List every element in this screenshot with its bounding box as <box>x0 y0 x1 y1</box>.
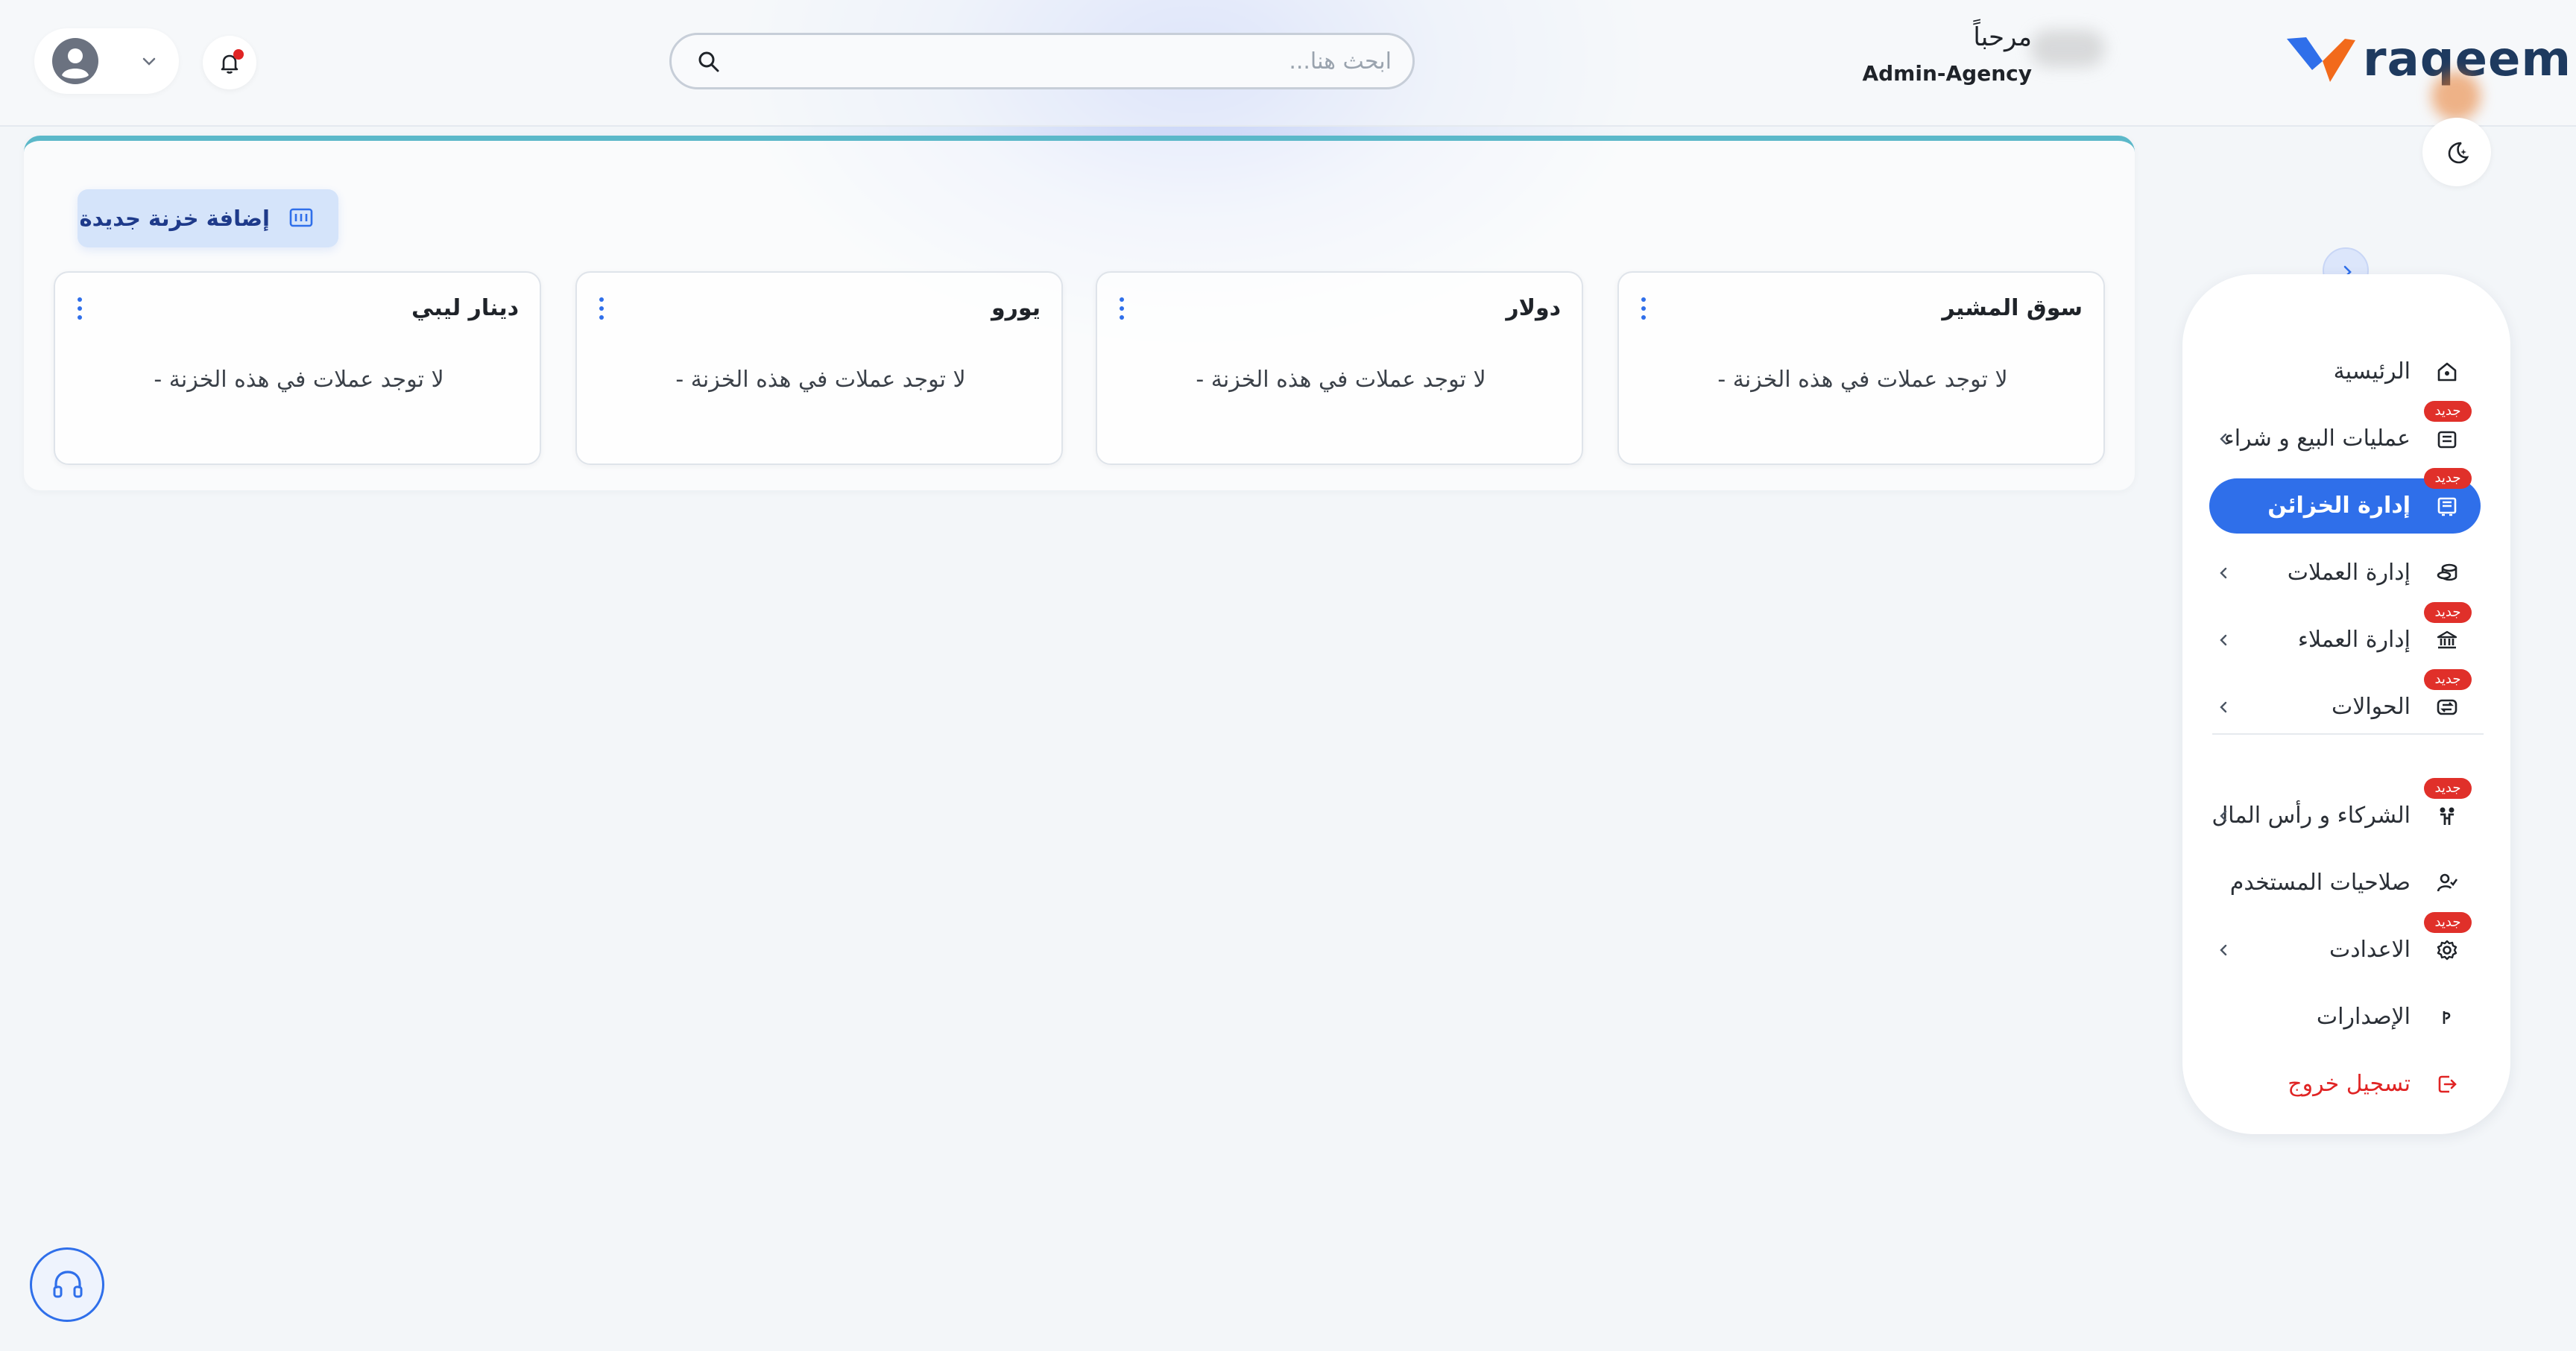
chevron-down-icon <box>139 51 160 72</box>
vault-card[interactable]: دينار ليبي لا توجد عملات في هذه الخزنة - <box>54 271 541 465</box>
chevron-left-icon <box>2215 699 2232 715</box>
vault-card[interactable]: دولار لا توجد عملات في هذه الخزنة - <box>1096 271 1583 465</box>
sidebar: الرئيسية جديد عمليات البيع و شراء جديد إ… <box>2182 274 2510 1134</box>
raqeem-logo[interactable]: raqeem <box>2284 31 2571 94</box>
versions-icon <box>2436 1006 2458 1028</box>
vault-empty-text: لا توجد عملات في هذه الخزنة - <box>675 367 966 393</box>
vault-card[interactable]: يورو لا توجد عملات في هذه الخزنة - <box>575 271 1063 465</box>
sidebar-item-label: الإصدارات <box>2316 1004 2411 1030</box>
sidebar-item-label: إدارة العملاء <box>2297 627 2411 653</box>
avatar <box>52 38 98 84</box>
home-icon <box>2436 361 2458 383</box>
vault-empty-text: لا توجد عملات في هذه الخزنة - <box>154 367 444 393</box>
sidebar-item-label: الرئيسية <box>2333 358 2411 385</box>
sidebar-divider <box>2212 733 2484 735</box>
greeting-text: مرحباً <box>1973 22 2032 52</box>
user-menu[interactable] <box>34 28 179 94</box>
chevron-left-icon <box>2215 565 2232 581</box>
sidebar-item-currencies[interactable]: إدارة العملات <box>2209 545 2481 601</box>
vault-card[interactable]: سوق المشير لا توجد عملات في هذه الخزنة - <box>1617 271 2105 465</box>
blurred-profile-text <box>2030 30 2105 67</box>
new-badge: جديد <box>2424 912 2472 933</box>
sidebar-item-partners[interactable]: جديد الشركاء و رأس المال <box>2209 778 2481 844</box>
new-badge: جديد <box>2424 468 2472 489</box>
sidebar-item-label: الحوالات <box>2331 694 2411 720</box>
sidebar-item-label: تسجيل خروج <box>2288 1071 2411 1097</box>
sidebar-item-vaults[interactable]: جديد إدارة الخزائن <box>2209 468 2481 534</box>
sidebar-item-home[interactable]: الرئيسية <box>2209 344 2481 399</box>
new-badge: جديد <box>2424 602 2472 623</box>
user-role: Admin-Agency <box>1862 61 2032 86</box>
search-icon[interactable] <box>697 50 721 77</box>
more-vertical-icon[interactable] <box>1637 295 1650 322</box>
vault-name: دولار <box>1506 295 1561 321</box>
sidebar-item-sales[interactable]: جديد عمليات البيع و شراء <box>2209 401 2481 466</box>
search-input[interactable] <box>739 35 1395 87</box>
theme-toggle-button[interactable] <box>2422 118 2491 186</box>
notification-dot <box>233 49 244 60</box>
add-vault-label: إضافة خزنة جديدة <box>79 206 270 231</box>
new-badge: جديد <box>2424 778 2472 799</box>
sidebar-item-versions[interactable]: الإصدارات <box>2209 990 2481 1045</box>
vault-name: يورو <box>991 295 1041 321</box>
sidebar-item-label: عمليات البيع و شراء <box>2223 425 2411 452</box>
coins-icon <box>2436 562 2458 584</box>
vault-name: دينار ليبي <box>411 295 519 321</box>
chevron-left-icon <box>2215 431 2232 447</box>
sidebar-item-label: إدارة العملات <box>2287 560 2411 586</box>
logout-icon <box>2436 1073 2458 1095</box>
search-bar <box>669 33 1415 89</box>
new-badge: جديد <box>2424 401 2472 422</box>
sidebar-item-label: إدارة الخزائن <box>2267 493 2411 519</box>
sidebar-item-permissions[interactable]: صلاحيات المستخدم <box>2209 855 2481 911</box>
safe-icon <box>2436 495 2458 517</box>
chevron-left-icon <box>2215 942 2232 958</box>
more-vertical-icon[interactable] <box>595 295 608 322</box>
vault-empty-text: لا توجد عملات في هذه الخزنة - <box>1717 367 2008 393</box>
partners-icon <box>2436 805 2458 827</box>
blurred-badge <box>2431 72 2481 121</box>
sidebar-item-clients[interactable]: جديد إدارة العملاء <box>2209 602 2481 668</box>
more-vertical-icon[interactable] <box>73 295 86 322</box>
add-vault-button[interactable]: إضافة خزنة جديدة <box>78 189 338 247</box>
exchange-icon <box>2436 428 2458 450</box>
new-badge: جديد <box>2424 669 2472 690</box>
top-header: مرحباً Admin-Agency raqeem <box>0 0 2576 127</box>
vault-empty-text: لا توجد عملات في هذه الخزنة - <box>1196 367 1486 393</box>
user-greeting: مرحباً Admin-Agency <box>1804 22 2032 86</box>
logo-mark-icon <box>2284 31 2358 94</box>
sidebar-item-logout[interactable]: تسجيل خروج <box>2209 1057 2481 1112</box>
sidebar-item-label: صلاحيات المستخدم <box>2229 870 2411 896</box>
bank-icon <box>2436 629 2458 651</box>
sidebar-item-settings[interactable]: جديد الاعدادت <box>2209 912 2481 978</box>
transfer-icon <box>2436 696 2458 718</box>
chevron-left-icon <box>2215 808 2232 824</box>
settings-icon <box>2436 939 2458 961</box>
sidebar-item-label: الشركاء و رأس المال <box>2212 803 2411 829</box>
vault-name: سوق المشير <box>1942 295 2083 321</box>
support-button[interactable] <box>30 1247 104 1322</box>
more-vertical-icon[interactable] <box>1115 295 1128 322</box>
sidebar-item-transfers[interactable]: جديد الحوالات <box>2209 669 2481 735</box>
notifications-button[interactable] <box>203 36 256 89</box>
sidebar-item-label: الاعدادت <box>2329 937 2411 963</box>
chevron-left-icon <box>2215 632 2232 648</box>
user-permissions-icon <box>2436 872 2458 894</box>
